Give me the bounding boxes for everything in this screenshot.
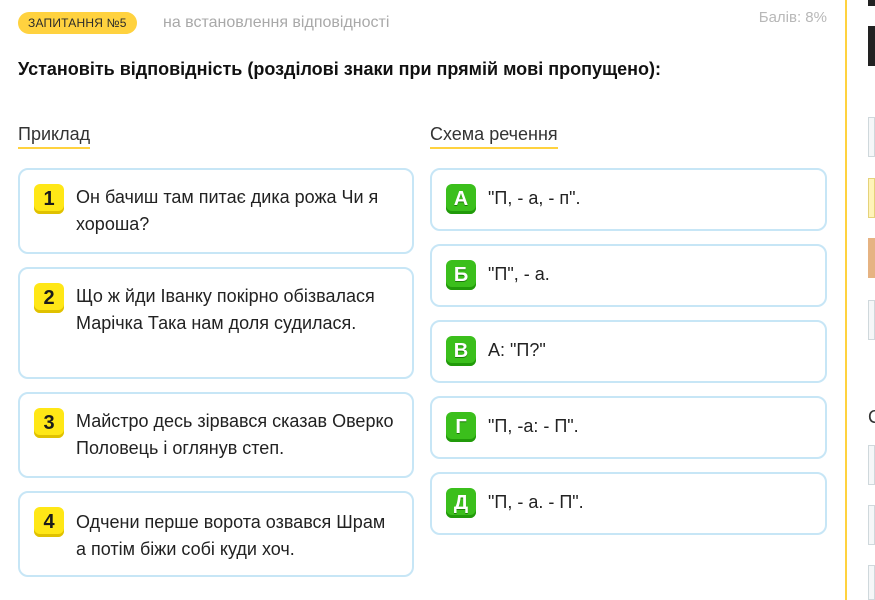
scheme-text: "П, - а, - п". (488, 188, 581, 208)
example-number-badge: 1 (34, 184, 64, 214)
example-text: Он бачиш там питає дика рожа Чи я хороша… (76, 187, 379, 234)
example-number-badge: 2 (34, 283, 64, 313)
scheme-card-b[interactable]: Б "П", - а. (430, 244, 827, 307)
scheme-letter-badge: Д (446, 488, 476, 518)
schemes-column-title: Схема речення (430, 124, 558, 149)
scheme-letter-badge: В (446, 336, 476, 366)
scheme-text: "П", - а. (488, 264, 550, 284)
scheme-text: "П, - а. - П". (488, 492, 584, 512)
sidebar-peek-thumbnail[interactable] (868, 238, 875, 278)
example-card-4[interactable]: 4 Одчени перше ворота озвався Шрам а пот… (18, 491, 414, 577)
sidebar-peek-tile[interactable] (868, 178, 875, 218)
scheme-card-h[interactable]: Г "П, -а: - П". (430, 396, 827, 459)
sidebar-peek-block (868, 0, 875, 6)
example-card-2[interactable]: 2 Що ж йди Іванку покірно обізвалася Мар… (18, 267, 414, 379)
scheme-letter-badge: Б (446, 260, 476, 290)
sidebar-peek-tile[interactable] (868, 117, 875, 157)
example-text: Що ж йди Іванку покірно обізвалася Маріч… (76, 286, 375, 333)
scheme-card-a[interactable]: А "П, - а, - п". (430, 168, 827, 231)
sidebar-peek-block (868, 26, 875, 66)
example-text: Майстро десь зірвався сказав Оверко Поло… (76, 411, 394, 458)
example-card-1[interactable]: 1 Он бачиш там питає дика рожа Чи я хоро… (18, 168, 414, 254)
scheme-letter-badge: А (446, 184, 476, 214)
score-indicator: Балів: 8% (758, 9, 827, 26)
quiz-page: ЗАПИТАННЯ №5 на встановлення відповіднос… (0, 0, 875, 600)
question-type-label: на встановлення відповідності (163, 14, 390, 31)
question-number-badge: ЗАПИТАННЯ №5 (18, 12, 137, 34)
sidebar-peek-tile[interactable] (868, 300, 875, 340)
question-text: Установіть відповідність (розділові знак… (18, 59, 662, 79)
scheme-text: А: "П?" (488, 340, 546, 360)
scheme-letter-badge: Г (446, 412, 476, 442)
sidebar-divider (845, 0, 847, 600)
scheme-card-v[interactable]: В А: "П?" (430, 320, 827, 383)
example-number-badge: 3 (34, 408, 64, 438)
example-number-badge: 4 (34, 507, 64, 537)
sidebar-peek-tile[interactable] (868, 565, 875, 600)
example-text: Одчени перше ворота озвався Шрам а потім… (76, 512, 386, 559)
scheme-text: "П, -а: - П". (488, 416, 579, 436)
examples-column-title: Приклад (18, 124, 91, 149)
example-card-3[interactable]: 3 Майстро десь зірвався сказав Оверко По… (18, 392, 414, 478)
scheme-card-d[interactable]: Д "П, - а. - П". (430, 472, 827, 535)
sidebar-peek-tile[interactable] (868, 505, 875, 545)
sidebar-peek-tile[interactable] (868, 445, 875, 485)
sidebar-peek-heading: С (868, 407, 875, 427)
